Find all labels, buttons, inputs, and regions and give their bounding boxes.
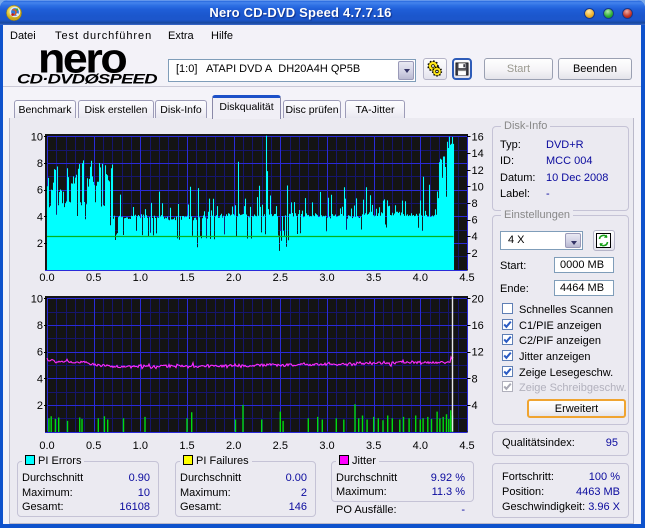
svg-text:6: 6 — [37, 185, 43, 197]
svg-text:1.5: 1.5 — [179, 440, 194, 452]
svg-text:2.5: 2.5 — [273, 272, 288, 284]
svg-text:4.0: 4.0 — [413, 440, 428, 452]
svg-text:4.0: 4.0 — [413, 272, 428, 284]
svg-text:4.5: 4.5 — [459, 440, 474, 452]
svg-text:3.5: 3.5 — [366, 440, 381, 452]
svg-text:20: 20 — [472, 294, 484, 306]
svg-text:6: 6 — [472, 215, 478, 227]
svg-text:10: 10 — [31, 294, 43, 306]
svg-text:16: 16 — [472, 320, 484, 332]
svg-text:2: 2 — [472, 248, 478, 260]
svg-text:10: 10 — [31, 132, 43, 144]
svg-text:0.5: 0.5 — [86, 440, 101, 452]
svg-text:1.0: 1.0 — [133, 440, 148, 452]
svg-text:3.0: 3.0 — [319, 272, 334, 284]
svg-text:8: 8 — [472, 198, 478, 210]
svg-text:2.0: 2.0 — [226, 440, 241, 452]
svg-text:10: 10 — [472, 181, 484, 193]
svg-text:8: 8 — [37, 320, 43, 332]
svg-text:16: 16 — [472, 132, 484, 144]
svg-text:2: 2 — [37, 238, 43, 250]
svg-text:6: 6 — [37, 347, 43, 359]
svg-text:4: 4 — [37, 373, 43, 385]
svg-text:0.0: 0.0 — [39, 272, 54, 284]
svg-text:4: 4 — [472, 400, 478, 412]
svg-text:1.0: 1.0 — [133, 272, 148, 284]
svg-text:14: 14 — [472, 148, 484, 160]
svg-text:4: 4 — [37, 211, 43, 223]
svg-text:3.0: 3.0 — [319, 440, 334, 452]
svg-text:8: 8 — [472, 373, 478, 385]
svg-text:4.5: 4.5 — [459, 272, 474, 284]
svg-text:2: 2 — [37, 400, 43, 412]
svg-text:1.5: 1.5 — [179, 272, 194, 284]
svg-text:3.5: 3.5 — [366, 272, 381, 284]
svg-text:12: 12 — [472, 347, 484, 359]
svg-text:2.5: 2.5 — [273, 440, 288, 452]
svg-text:0.0: 0.0 — [39, 440, 54, 452]
svg-text:12: 12 — [472, 165, 484, 177]
svg-text:2.0: 2.0 — [226, 272, 241, 284]
svg-text:0.5: 0.5 — [86, 272, 101, 284]
svg-text:8: 8 — [37, 158, 43, 170]
svg-text:4: 4 — [472, 231, 478, 243]
